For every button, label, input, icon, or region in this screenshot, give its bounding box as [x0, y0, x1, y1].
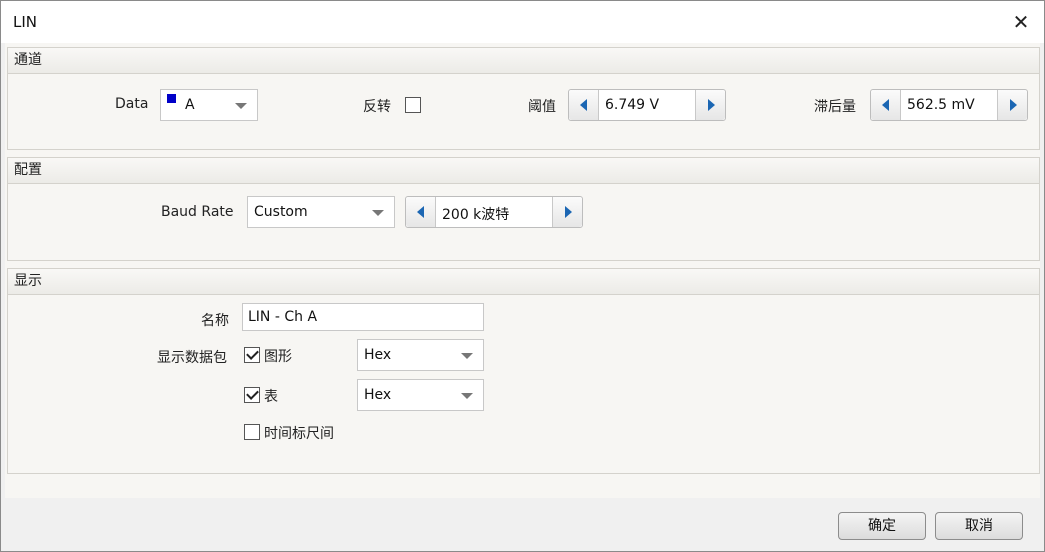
arrow-right-icon — [708, 99, 715, 111]
baud-rate-value[interactable]: 200 k波特 — [442, 204, 509, 224]
table-label: 表 — [264, 389, 278, 405]
threshold-spinner: 6.749 V — [568, 89, 726, 121]
close-icon[interactable]: ✕ — [1008, 9, 1034, 35]
threshold-label: 阈值 — [528, 99, 556, 115]
table-checkbox[interactable] — [244, 387, 260, 403]
graph-format-value: Hex — [364, 347, 392, 363]
hysteresis-spinner: 562.5 mV — [870, 89, 1028, 121]
arrow-right-icon — [565, 206, 572, 218]
invert-checkbox[interactable] — [405, 97, 421, 113]
ok-button[interactable]: 确定 — [838, 512, 926, 540]
hysteresis-value[interactable]: 562.5 mV — [907, 97, 975, 113]
hysteresis-decrement-button[interactable] — [871, 90, 901, 120]
config-group-header: 配置 — [8, 158, 1039, 184]
title-bar: LIN ✕ — [1, 1, 1044, 43]
invert-label: 反转 — [363, 99, 391, 115]
threshold-value[interactable]: 6.749 V — [605, 97, 659, 113]
chevron-down-icon — [235, 103, 247, 109]
channel-group-header: 通道 — [8, 48, 1039, 74]
graph-checkbox[interactable] — [244, 347, 260, 363]
time-ruler-checkbox[interactable] — [244, 424, 260, 440]
cancel-button[interactable]: 取消 — [935, 512, 1023, 540]
arrow-left-icon — [580, 99, 587, 111]
data-source-value: A — [185, 97, 195, 113]
dialog-footer: 确定 取消 — [1, 498, 1044, 551]
channel-group: 通道 Data A 反转 阈值 6.749 V 滞后量 562.5 mV — [7, 47, 1040, 150]
display-group-header: 显示 — [8, 269, 1039, 295]
dialog-content: 通道 Data A 反转 阈值 6.749 V 滞后量 562.5 mV 配置 … — [5, 43, 1040, 498]
display-group: 显示 名称 显示数据包 图形 Hex 表 Hex 时间标尺间 — [7, 268, 1040, 474]
show-packets-label: 显示数据包 — [157, 350, 227, 366]
table-format-value: Hex — [364, 387, 392, 403]
chevron-down-icon — [461, 353, 473, 359]
table-format-select[interactable]: Hex — [357, 379, 484, 411]
name-input[interactable] — [242, 303, 484, 331]
hysteresis-increment-button[interactable] — [997, 90, 1027, 120]
time-ruler-label: 时间标尺间 — [264, 426, 334, 442]
arrow-left-icon — [417, 206, 424, 218]
arrow-right-icon — [1010, 99, 1017, 111]
chevron-down-icon — [372, 210, 384, 216]
graph-label: 图形 — [264, 349, 292, 365]
baud-rate-label: Baud Rate — [161, 204, 234, 220]
data-source-select[interactable]: A — [160, 89, 258, 121]
baud-rate-spinner: 200 k波特 — [405, 196, 583, 228]
lin-dialog: LIN ✕ 通道 Data A 反转 阈值 6.749 V 滞后量 562.5 … — [0, 0, 1045, 552]
channel-color-swatch — [167, 94, 176, 103]
window-title: LIN — [13, 13, 38, 31]
threshold-increment-button[interactable] — [695, 90, 725, 120]
config-group: 配置 Baud Rate Custom 200 k波特 — [7, 157, 1040, 261]
name-label: 名称 — [201, 313, 229, 329]
hysteresis-label: 滞后量 — [814, 99, 856, 115]
baud-rate-select[interactable]: Custom — [247, 196, 395, 228]
data-label: Data — [115, 96, 149, 112]
baud-increment-button[interactable] — [552, 197, 582, 227]
arrow-left-icon — [882, 99, 889, 111]
graph-format-select[interactable]: Hex — [357, 339, 484, 371]
threshold-decrement-button[interactable] — [569, 90, 599, 120]
baud-rate-mode: Custom — [254, 204, 308, 220]
baud-decrement-button[interactable] — [406, 197, 436, 227]
chevron-down-icon — [461, 393, 473, 399]
